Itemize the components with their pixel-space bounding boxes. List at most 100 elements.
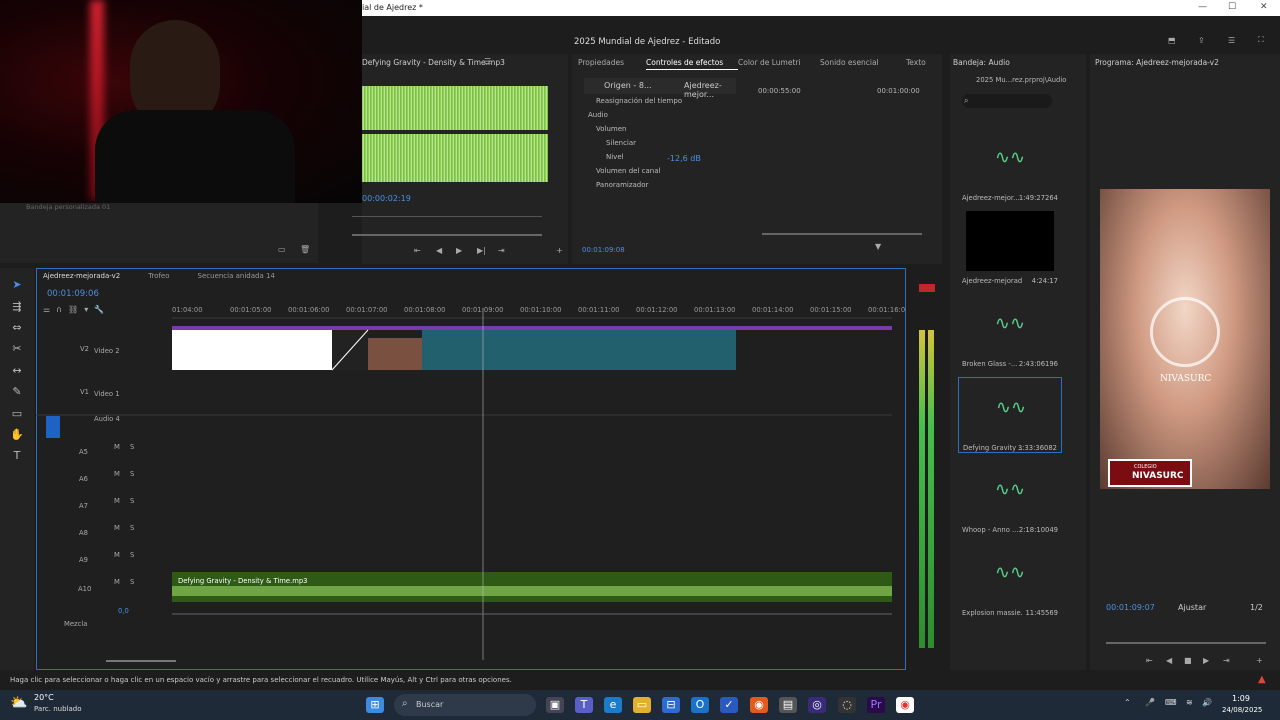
track-label-6[interactable]: A5 bbox=[79, 448, 88, 456]
fullscreen-icon[interactable]: ⛶ bbox=[1258, 35, 1264, 45]
track-label-8[interactable]: A7 bbox=[79, 502, 88, 510]
prog-play-icon[interactable]: ▶ bbox=[1203, 656, 1209, 665]
mute-button-3[interactable]: M bbox=[114, 524, 120, 532]
mix-value[interactable]: 0,0 bbox=[118, 607, 129, 615]
effects-tab-2[interactable]: Color de Lumetri bbox=[738, 58, 820, 70]
type-tool-icon[interactable]: T bbox=[8, 449, 26, 467]
track-label-11[interactable]: A10 bbox=[78, 585, 91, 593]
solo-button-0[interactable]: S bbox=[130, 443, 134, 451]
weather-icon[interactable]: ⛅ bbox=[10, 695, 27, 711]
solo-button-5[interactable]: S bbox=[130, 578, 134, 586]
source-ruler[interactable] bbox=[352, 216, 542, 217]
track-label-12[interactable]: Mezcla bbox=[64, 620, 87, 628]
frame-back-icon[interactable]: ◀ bbox=[436, 246, 442, 255]
taskbar-search[interactable]: ⌕ Buscar bbox=[394, 694, 536, 716]
close-icon[interactable]: ✕ bbox=[1260, 2, 1268, 12]
task-view-icon[interactable]: ▣ bbox=[546, 697, 564, 713]
program-zoom-bar[interactable] bbox=[1106, 642, 1266, 644]
effects-tab-0[interactable]: Propiedades bbox=[578, 58, 646, 70]
bin-item[interactable]: ∿∿ Broken Glass -... 2:43:06196 bbox=[958, 294, 1062, 370]
keyboard-icon[interactable]: ⌨ bbox=[1165, 698, 1177, 707]
outlook-icon[interactable]: O bbox=[691, 697, 709, 713]
wifi-icon[interactable]: ≋ bbox=[1186, 698, 1193, 707]
effects-tab-1[interactable]: Controles de efectos bbox=[646, 58, 738, 70]
mute-button-5[interactable]: M bbox=[114, 578, 120, 586]
source-zoom-bar[interactable] bbox=[352, 234, 542, 236]
bin-item[interactable]: ∿∿ Explosion massie... 11:45569 bbox=[958, 543, 1062, 619]
folder-icon[interactable]: ▭ bbox=[278, 245, 286, 254]
slip-icon[interactable]: ↔ bbox=[8, 364, 26, 382]
track-label-3[interactable]: Video 1 bbox=[94, 390, 120, 398]
pen-icon[interactable]: ✎ bbox=[8, 385, 26, 403]
play-icon[interactable]: ▶ bbox=[456, 246, 462, 255]
bin-search-input[interactable] bbox=[962, 94, 1052, 108]
level-value[interactable]: -12,6 dB bbox=[667, 154, 701, 163]
bin-item[interactable]: Ajedreez-mejorada... 4:24:17 bbox=[958, 211, 1062, 287]
mute-button-1[interactable]: M bbox=[114, 470, 120, 478]
solo-button-4[interactable]: S bbox=[130, 551, 134, 559]
solo-button-2[interactable]: S bbox=[130, 497, 134, 505]
solo-button-3[interactable]: S bbox=[130, 524, 134, 532]
track-label-7[interactable]: A6 bbox=[79, 475, 88, 483]
chrome-icon[interactable]: ◉ bbox=[896, 697, 914, 713]
a4-source-target[interactable] bbox=[46, 416, 60, 438]
bin-item[interactable]: ∿∿ Defying Gravity ... 3:33:36082 bbox=[958, 377, 1062, 453]
effect-row-5[interactable]: Volumen del canal bbox=[586, 167, 756, 181]
effect-row-3[interactable]: Silenciar bbox=[586, 139, 756, 153]
explorer-icon[interactable]: ▭ bbox=[633, 697, 651, 713]
track-label-2[interactable]: V1 bbox=[80, 388, 89, 396]
app-icon[interactable]: ▤ bbox=[779, 697, 797, 713]
bin-item[interactable]: ∿∿ Ajedreez-mejor... 1:49:27264 bbox=[958, 128, 1062, 204]
edge-icon[interactable]: e bbox=[604, 697, 622, 713]
todo-icon[interactable]: ✓ bbox=[720, 697, 738, 713]
prog-step-fwd-icon[interactable]: ⇥ bbox=[1223, 656, 1230, 665]
tray-chevron-icon[interactable]: ⌃ bbox=[1124, 698, 1131, 707]
bin-item[interactable]: ∿∿ Whoop - Anno ... 2:18:10049 bbox=[958, 460, 1062, 536]
premiere-icon[interactable]: Pr bbox=[867, 697, 885, 713]
firefox-icon[interactable]: ◉ bbox=[750, 697, 768, 713]
volume-icon[interactable]: 🔊 bbox=[1202, 698, 1212, 707]
add-icon[interactable]: + bbox=[556, 246, 563, 255]
solo-button-1[interactable]: S bbox=[130, 470, 134, 478]
origin-selector[interactable]: Origen - 8... bbox=[604, 81, 652, 90]
prog-add-icon[interactable]: + bbox=[1256, 656, 1263, 665]
timeline-zoom-bar[interactable] bbox=[106, 660, 176, 662]
program-zoom-select[interactable]: Ajustar bbox=[1178, 603, 1206, 612]
program-resolution[interactable]: 1/2 bbox=[1250, 603, 1263, 612]
effects-tab-3[interactable]: Sonido esencial bbox=[820, 58, 906, 70]
mute-button-4[interactable]: M bbox=[114, 551, 120, 559]
prog-stop-icon[interactable]: ■ bbox=[1184, 656, 1192, 665]
rectangle-icon[interactable]: ▭ bbox=[8, 407, 26, 425]
trash-icon[interactable]: 🗑 bbox=[300, 245, 310, 254]
effect-zoom-bar[interactable] bbox=[762, 233, 922, 235]
track-select-icon[interactable]: ⇶ bbox=[8, 300, 26, 318]
step-fwd-icon[interactable]: ⇥ bbox=[498, 246, 505, 255]
prog-frame-back-icon[interactable]: ◀ bbox=[1166, 656, 1172, 665]
chrome-alt-icon[interactable]: ◌ bbox=[838, 697, 856, 713]
panel-menu-icon[interactable]: ☰ bbox=[484, 57, 491, 66]
effect-row-2[interactable]: Volumen bbox=[586, 125, 756, 139]
track-label-10[interactable]: A9 bbox=[79, 556, 88, 564]
mic-icon[interactable]: 🎤 bbox=[1145, 698, 1155, 707]
share-icon[interactable]: ⇪ bbox=[1198, 36, 1205, 45]
step-back-icon[interactable]: ⇤ bbox=[414, 246, 421, 255]
mute-button-0[interactable]: M bbox=[114, 443, 120, 451]
filter-icon[interactable]: ▼ bbox=[875, 242, 881, 251]
start-icon[interactable]: ⊞ bbox=[366, 697, 384, 713]
hand-icon[interactable]: ✋ bbox=[8, 428, 26, 446]
track-label-9[interactable]: A8 bbox=[79, 529, 88, 537]
obs-icon[interactable]: ◎ bbox=[808, 697, 826, 713]
effect-row-1[interactable]: Audio bbox=[586, 111, 756, 125]
warning-icon[interactable]: ▲ bbox=[1258, 674, 1266, 685]
razor-icon[interactable]: ✂ bbox=[8, 342, 26, 360]
track-label-1[interactable]: Video 2 bbox=[94, 347, 120, 355]
ripple-edit-icon[interactable]: ⇔ bbox=[8, 321, 26, 339]
selection-tool-icon[interactable]: ➤ bbox=[8, 278, 26, 296]
mute-button-2[interactable]: M bbox=[114, 497, 120, 505]
effects-tab-4[interactable]: Texto bbox=[906, 58, 946, 70]
workspace-icon[interactable]: ⬒ bbox=[1168, 36, 1176, 45]
effect-row-0[interactable]: Reasignación del tiempo bbox=[586, 97, 756, 111]
menu-icon[interactable]: ☰ bbox=[1228, 36, 1235, 45]
frame-fwd-icon[interactable]: ▶| bbox=[477, 246, 486, 255]
effect-row-6[interactable]: Panoramizador bbox=[586, 181, 756, 195]
